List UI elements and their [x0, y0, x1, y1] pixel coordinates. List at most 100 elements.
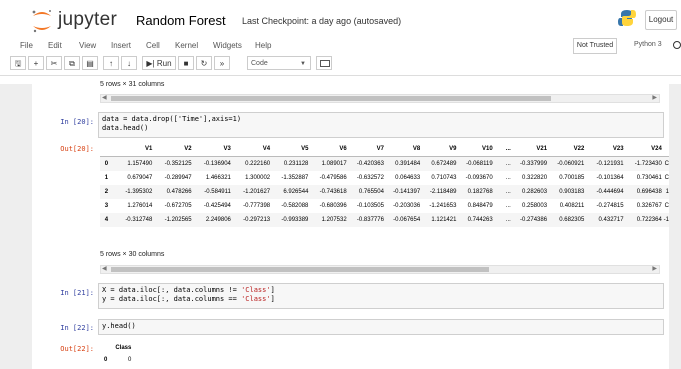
column-header: V4 [230, 142, 271, 157]
table-cell: -0.136904 [191, 156, 231, 171]
run-button[interactable]: ▶| Run [142, 56, 176, 70]
code-line: data = data.drop(['Time'],axis=1) [102, 115, 242, 123]
code-cell-input[interactable]: X = data.iloc[:, data.columns != 'Class'… [98, 283, 664, 309]
dataframe-body: 0 1.157490 -0.352125 -0.136904 0.222160 0.231… [100, 156, 669, 227]
menu-edit[interactable]: Edit [48, 41, 62, 50]
scrollbar-thumb[interactable] [111, 96, 551, 101]
menu-insert[interactable]: Insert [111, 41, 131, 50]
plus-icon: + [33, 59, 39, 68]
table-cell: 0.391484 [383, 156, 421, 171]
scroll-right-icon[interactable]: ▶ [652, 266, 657, 273]
table-cell: 0.478266 [152, 185, 192, 199]
column-header: V7 [346, 142, 384, 157]
arrow-up-icon: ↑ [109, 59, 113, 68]
table-cell: -0.274815 [596, 203, 624, 209]
interrupt-button[interactable]: ■ [178, 56, 194, 70]
table-cell: -1.723430 [623, 156, 662, 171]
menu-cell[interactable]: Cell [146, 41, 160, 50]
table-cell: ... [492, 185, 511, 199]
table-cell: -1 [661, 213, 669, 227]
python-logo-icon [618, 10, 636, 26]
restart-run-all-button[interactable]: » [214, 56, 230, 70]
table-cell: 0.700185 [559, 175, 585, 181]
trusted-indicator[interactable]: Not Trusted [573, 38, 617, 54]
copy-button[interactable]: ⧉ [64, 56, 80, 70]
index-header [100, 142, 109, 157]
keyboard-icon [320, 60, 330, 67]
table-cell: -0.584911 [191, 185, 231, 199]
scrollbar-thumb[interactable] [111, 267, 489, 272]
table-cell: ... [492, 156, 511, 171]
scroll-left-icon[interactable]: ◀ [102, 266, 107, 273]
table-cell: -0.837776 [346, 213, 384, 227]
table-cell: -0.067654 [383, 213, 421, 227]
row-count-text: 5 rows × 31 columns [100, 81, 165, 88]
input-prompt: In [21]: [60, 289, 94, 297]
table-cell: ... [492, 213, 511, 227]
code-text: X = data.iloc[:, data.columns != [102, 286, 242, 294]
scroll-left-icon[interactable]: ◀ [102, 95, 107, 102]
menu-kernel[interactable]: Kernel [175, 41, 198, 50]
fast-forward-icon: » [219, 59, 225, 68]
output-prompt: Out[22]: [60, 345, 94, 353]
scroll-right-icon[interactable]: ▶ [652, 95, 657, 102]
table-cell: -0.582088 [281, 203, 309, 209]
table-cell: -1.241653 [429, 203, 457, 209]
table-cell: -1.352887 [281, 175, 309, 181]
code-line: y = data.iloc[:, data.columns == 'Class'… [102, 295, 660, 304]
table-cell: 0.064633 [395, 175, 421, 181]
jupyter-logo-text[interactable]: jupyter [58, 9, 117, 31]
table-cell: -0.743618 [308, 185, 347, 199]
table-cell: 0.258003 [522, 203, 548, 209]
save-button[interactable]: 🖫 [10, 56, 26, 70]
menu-widgets[interactable]: Widgets [213, 41, 242, 50]
row-index: 3 [104, 203, 109, 209]
code-text: ] [270, 286, 275, 294]
cell-type-select[interactable]: Code ▼ [247, 56, 311, 70]
move-down-button[interactable]: ↓ [121, 56, 137, 70]
logout-button[interactable]: Logout [645, 10, 677, 30]
table-cell: 0.710743 [431, 175, 457, 181]
horizontal-scrollbar[interactable]: ◀ ▶ [100, 265, 660, 274]
command-palette-button[interactable] [316, 56, 332, 70]
table-cell: -0.060921 [547, 156, 585, 171]
notebook-header: jupyter Random Forest Last Checkpoint: a… [0, 0, 681, 84]
table-cell: 1.276014 [127, 203, 153, 209]
table-cell: 0.682305 [547, 213, 585, 227]
table-cell: -0.444694 [584, 185, 624, 199]
column-header: V5 [270, 142, 309, 157]
paste-button[interactable]: ▤ [82, 56, 98, 70]
menu-view[interactable]: View [79, 41, 96, 50]
code-cell-input[interactable]: y.head() [98, 319, 664, 335]
kernel-name[interactable]: Python 3 [634, 41, 662, 48]
table-cell: -0.103505 [356, 203, 384, 209]
jupyter-logo-icon [32, 10, 51, 33]
column-header: V22 [547, 142, 585, 157]
cut-button[interactable]: ✂ [46, 56, 62, 70]
table-cell: 0.722364 [623, 213, 662, 227]
table-cell: 0.231128 [270, 156, 309, 171]
column-header: V23 [584, 142, 624, 157]
table-cell: -0.479586 [319, 175, 347, 181]
code-cell-input[interactable]: data = data.drop(['Time'],axis=1) data.h… [98, 112, 664, 138]
table-cell: 0.408211 [559, 203, 585, 209]
table-cell: -0.777398 [243, 203, 271, 209]
table-cell: -1.201627 [230, 185, 271, 199]
menu-help[interactable]: Help [255, 41, 271, 50]
column-header [661, 142, 669, 157]
notebook-name[interactable]: Random Forest [136, 13, 226, 28]
column-header: ... [492, 142, 511, 157]
row-index: 1 [104, 175, 109, 181]
horizontal-scrollbar[interactable]: ◀ ▶ [100, 94, 660, 103]
move-up-button[interactable]: ↑ [103, 56, 119, 70]
table-cell: 0.326767 [636, 203, 662, 209]
column-header: V6 [308, 142, 347, 157]
row-index: 0 [100, 156, 109, 171]
refresh-icon: ↻ [200, 59, 208, 68]
restart-button[interactable]: ↻ [196, 56, 212, 70]
row-index: 4 [100, 213, 109, 227]
menu-file[interactable]: File [20, 41, 33, 50]
table-cell: -0.632572 [356, 175, 384, 181]
column-header: V9 [420, 142, 457, 157]
insert-cell-button[interactable]: + [28, 56, 44, 70]
